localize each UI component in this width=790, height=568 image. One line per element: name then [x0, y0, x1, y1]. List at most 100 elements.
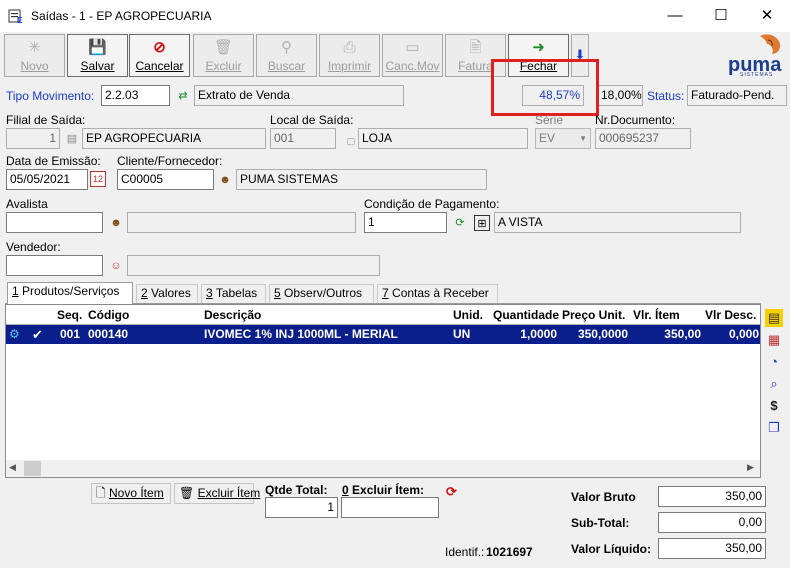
- col-unid[interactable]: Unid.: [453, 306, 483, 324]
- person-lookup-icon[interactable]: ☻: [217, 172, 233, 188]
- serie-label: Série: [535, 113, 564, 127]
- row-unid: UN: [453, 327, 471, 341]
- excluir-item-button[interactable]: 🗑 Excluir Ítem: [174, 483, 260, 504]
- local-code-input[interactable]: 001: [270, 128, 336, 149]
- search-list-icon[interactable]: ⌕: [765, 375, 783, 393]
- cliente-label: Cliente/Fornecedor:: [117, 154, 223, 168]
- swap-icon[interactable]: ⇄: [175, 88, 191, 104]
- refresh-icon[interactable]: ⟳: [452, 215, 468, 231]
- avalista-label: Avalista: [6, 197, 48, 211]
- window-icon[interactable]: ❐: [765, 419, 783, 437]
- condicao-name: A VISTA: [494, 212, 741, 233]
- tipo-movimento-label: Tipo Movimento:: [6, 89, 95, 103]
- col-codigo[interactable]: Código: [88, 306, 129, 324]
- col-seq[interactable]: Seq.: [57, 306, 82, 324]
- horizontal-scrollbar[interactable]: [6, 460, 760, 477]
- nrdoc-input[interactable]: 000695237: [595, 128, 691, 149]
- condicao-label: Condição de Pagamento:: [364, 197, 500, 211]
- col-descricao[interactable]: Descrição: [204, 306, 261, 324]
- avalista-name: [127, 212, 356, 233]
- row-seq: 001: [60, 327, 81, 341]
- calendar-icon[interactable]: 12: [90, 171, 106, 187]
- cancel-icon: ⊘: [153, 39, 166, 56]
- valor-bruto-label: Valor Bruto: [571, 490, 636, 504]
- person-icon[interactable]: ☺: [108, 258, 124, 274]
- table-edit-icon[interactable]: ▦: [765, 331, 783, 349]
- excluir-button[interactable]: 🗑 Excluir: [193, 34, 254, 77]
- row-vlr-desc: 0,000: [728, 327, 759, 341]
- scroll-right-icon[interactable]: ▶: [747, 462, 754, 473]
- status-label: Status:: [647, 89, 685, 103]
- maximize-button[interactable]: ☐: [698, 0, 744, 32]
- vendedor-label: Vendedor:: [6, 240, 61, 254]
- svg-text:E: E: [17, 16, 23, 24]
- cliente-name: PUMA SISTEMAS: [236, 169, 487, 190]
- tab-tabelas[interactable]: 3 Tabelas: [201, 284, 266, 303]
- scroll-left-icon[interactable]: ◀: [9, 462, 16, 473]
- grid-icon[interactable]: ⊞: [474, 215, 490, 231]
- link-break-icon[interactable]: ⟳: [446, 484, 457, 500]
- tipo-movimento-input[interactable]: 2.2.03: [101, 85, 170, 106]
- condicao-code-input[interactable]: 1: [364, 212, 447, 233]
- scroll-thumb[interactable]: [24, 461, 41, 476]
- excluir-item-input[interactable]: [341, 497, 439, 518]
- row-quantidade: 1,0000: [520, 327, 557, 341]
- serie-select[interactable]: EV ▼: [535, 128, 591, 149]
- emissao-input[interactable]: 05/05/2021: [6, 169, 88, 190]
- binoculars-icon: ⚲: [281, 39, 292, 56]
- money-icon[interactable]: $: [765, 397, 783, 415]
- new-icon: ✳: [28, 39, 41, 56]
- tab-observ[interactable]: 5 Observ/Outros: [269, 284, 374, 303]
- printer-icon: ⎙: [343, 39, 356, 56]
- minimize-button[interactable]: —: [652, 0, 698, 32]
- calculator-icon[interactable]: ▤: [765, 309, 783, 327]
- buscar-button[interactable]: ⚲ Buscar: [256, 34, 317, 77]
- close-button[interactable]: ✕: [744, 0, 790, 32]
- tab-contas[interactable]: 7 Contas à Receber: [377, 284, 498, 303]
- highlight-box: [491, 59, 599, 116]
- qtde-total-value: 1: [265, 497, 338, 518]
- col-quantidade[interactable]: Quantidade: [493, 306, 559, 324]
- tipo-movimento-desc: Extrato de Venda: [194, 85, 404, 106]
- salvar-button[interactable]: 💾 Salvar: [67, 34, 128, 77]
- tab-valores[interactable]: 2 Valores: [136, 284, 198, 303]
- checkmark-icon[interactable]: ✔: [32, 326, 48, 343]
- nrdoc-label: Nr.Documento:: [595, 113, 676, 127]
- novo-item-button[interactable]: 🗋 Novo Ítem: [91, 483, 171, 504]
- cancel-mov-icon: ▭: [405, 39, 420, 56]
- col-vlr-item[interactable]: Vlr. Ítem: [633, 306, 680, 324]
- subtotal-label: Sub-Total:: [571, 516, 630, 530]
- tab-produtos[interactable]: 1 Produtos/Serviços: [7, 282, 133, 304]
- col-preco[interactable]: Preço Unit.: [562, 306, 625, 324]
- trash-icon: 🗑: [179, 486, 195, 500]
- valor-bruto-value: 350,00: [658, 486, 766, 507]
- save-icon: 💾: [88, 39, 107, 56]
- imprimir-button[interactable]: ⎙ Imprimir: [319, 34, 380, 77]
- cancelar-button[interactable]: ⊘ Cancelar: [129, 34, 190, 77]
- valor-liquido-value: 350,00: [658, 538, 766, 559]
- excluir-item-label: 0 Excluir Ítem:: [342, 483, 425, 497]
- new-document-icon: 🗋: [96, 486, 106, 500]
- col-vlr-desc[interactable]: Vlr Desc.: [705, 306, 756, 324]
- app-icon: E: [8, 9, 23, 24]
- row-preco: 350,0000: [577, 327, 628, 341]
- status-value: Faturado-Pend.: [687, 85, 787, 106]
- cliente-code-input[interactable]: C00005: [117, 169, 214, 190]
- vendedor-input[interactable]: [6, 255, 103, 276]
- local-label: Local de Saída:: [270, 113, 354, 127]
- identif-value: 1021697: [486, 545, 533, 559]
- qtde-total-label: Qtde Total:: [265, 483, 328, 497]
- avalista-input[interactable]: [6, 212, 103, 233]
- pie-icon[interactable]: ◔: [765, 353, 783, 371]
- filial-code-input[interactable]: 1: [6, 128, 60, 149]
- trash-icon: 🗑: [213, 39, 234, 56]
- row-codigo: 000140: [88, 327, 129, 341]
- person-lookup-icon[interactable]: ☻: [108, 215, 124, 231]
- lookup-icon[interactable]: ▢: [343, 133, 359, 149]
- local-name: LOJA: [358, 128, 528, 149]
- novo-button[interactable]: ✳ Novo: [4, 34, 65, 77]
- lookup-icon[interactable]: ▤: [64, 131, 80, 147]
- canc-mov-button[interactable]: ▭ Canc.Mov: [382, 34, 443, 77]
- logo-sub: SISTEMAS: [740, 72, 774, 78]
- filial-label: Filial de Saída:: [6, 113, 86, 127]
